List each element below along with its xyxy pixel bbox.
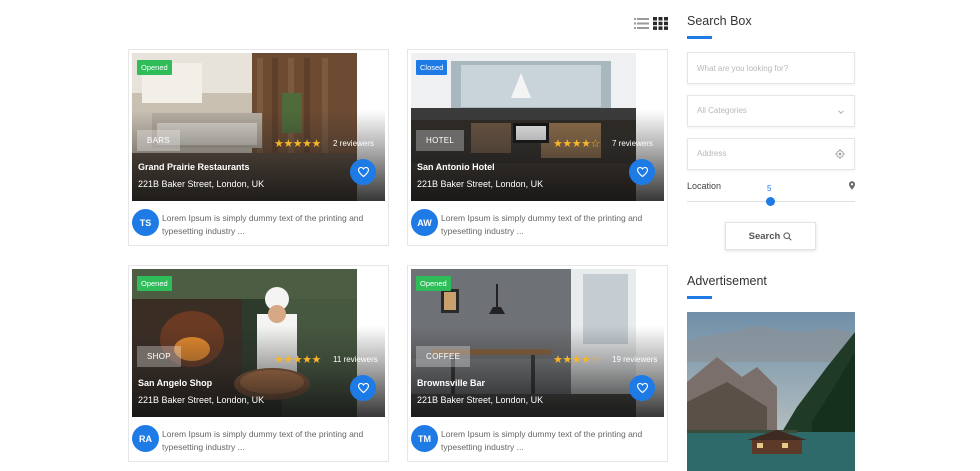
listing-title[interactable]: San Antonio Hotel	[417, 162, 495, 172]
review-count: 2 reviewers	[333, 139, 374, 148]
category-tag[interactable]: SHOP	[137, 346, 181, 367]
listing-address: 221B Baker Street, London, UK	[138, 395, 265, 405]
photo-gap	[636, 53, 664, 113]
radius-value: 5	[767, 184, 772, 193]
status-badge: Opened	[137, 60, 172, 75]
rating-stars: ★★★★★	[274, 138, 321, 150]
rating-stars: ★★★★☆	[553, 138, 600, 150]
review-count: 7 reviewers	[612, 139, 653, 148]
avatar[interactable]: TM	[411, 425, 438, 452]
listing-card[interactable]: Opened SHOP ★★★★★ 11 reviewers San Angel…	[128, 265, 389, 462]
keyword-input[interactable]	[687, 52, 855, 84]
listing-title[interactable]: Grand Prairie Restaurants	[138, 162, 250, 172]
listing-title[interactable]: San Angelo Shop	[138, 378, 212, 388]
favorite-button[interactable]	[350, 159, 376, 185]
heart-icon	[636, 167, 648, 177]
listing-description: Lorem Ipsum is simply dummy text of the …	[162, 213, 364, 236]
rating-stars: ★★★★★	[274, 354, 321, 366]
address-field[interactable]: Address	[687, 138, 855, 170]
view-toggle	[634, 17, 668, 30]
heart-icon	[357, 167, 369, 177]
address-placeholder: Address	[697, 149, 727, 158]
rating-stars: ★★★★☆	[553, 354, 600, 366]
photo-gap	[636, 269, 664, 329]
favorite-button[interactable]	[629, 375, 655, 401]
review-count: 19 reviewers	[612, 355, 658, 364]
listing-address: 221B Baker Street, London, UK	[417, 179, 544, 189]
title-underline	[687, 296, 712, 299]
listing-description: Lorem Ipsum is simply dummy text of the …	[441, 213, 643, 236]
list-view-icon[interactable]	[634, 17, 649, 30]
grid-view-icon[interactable]	[653, 17, 668, 30]
listing-card[interactable]: Opened BARS ★★★★★ 2 reviewers Grand Prai…	[128, 49, 389, 246]
location-label: Location	[687, 181, 722, 191]
search-button-label: Search	[748, 230, 781, 242]
title-underline	[687, 36, 712, 39]
photo-gap	[357, 269, 385, 329]
avatar[interactable]: AW	[411, 209, 438, 236]
status-badge: Closed	[416, 60, 448, 75]
listing-address: 221B Baker Street, London, UK	[417, 395, 544, 405]
listing-card[interactable]: Opened COFFEE ★★★★☆ 19 reviewers Brownsv…	[407, 265, 668, 462]
photo-gap	[357, 53, 385, 113]
avatar[interactable]: RA	[132, 425, 159, 452]
search-button[interactable]: Search	[725, 222, 816, 250]
category-select-value: All Categories	[697, 106, 747, 115]
map-pin-icon	[849, 181, 855, 190]
advertisement-title: Advertisement	[687, 274, 767, 288]
category-select[interactable]: All Categories	[687, 95, 855, 127]
status-badge: Opened	[416, 276, 451, 291]
heart-icon	[357, 383, 369, 393]
avatar[interactable]: TS	[132, 209, 159, 236]
listing-description: Lorem Ipsum is simply dummy text of the …	[441, 429, 643, 452]
status-badge: Opened	[137, 276, 172, 291]
category-tag[interactable]: COFFEE	[416, 346, 471, 367]
listing-description: Lorem Ipsum is simply dummy text of the …	[162, 429, 364, 452]
heart-icon	[636, 383, 648, 393]
chevron-down-icon	[838, 110, 844, 114]
advertisement-image[interactable]	[687, 312, 855, 471]
category-tag[interactable]: BARS	[137, 130, 180, 151]
favorite-button[interactable]	[629, 159, 655, 185]
favorite-button[interactable]	[350, 375, 376, 401]
search-icon	[783, 231, 793, 241]
listing-address: 221B Baker Street, London, UK	[138, 179, 265, 189]
review-count: 11 reviewers	[333, 355, 378, 364]
listing-card[interactable]: Closed HOTEL ★★★★☆ 7 reviewers San Anton…	[407, 49, 668, 246]
crosshair-icon	[835, 149, 845, 159]
category-tag[interactable]: HOTEL	[416, 130, 465, 151]
search-box-title: Search Box	[687, 14, 752, 28]
listing-title[interactable]: Brownsville Bar	[417, 378, 485, 388]
radius-slider-thumb[interactable]	[766, 197, 775, 206]
